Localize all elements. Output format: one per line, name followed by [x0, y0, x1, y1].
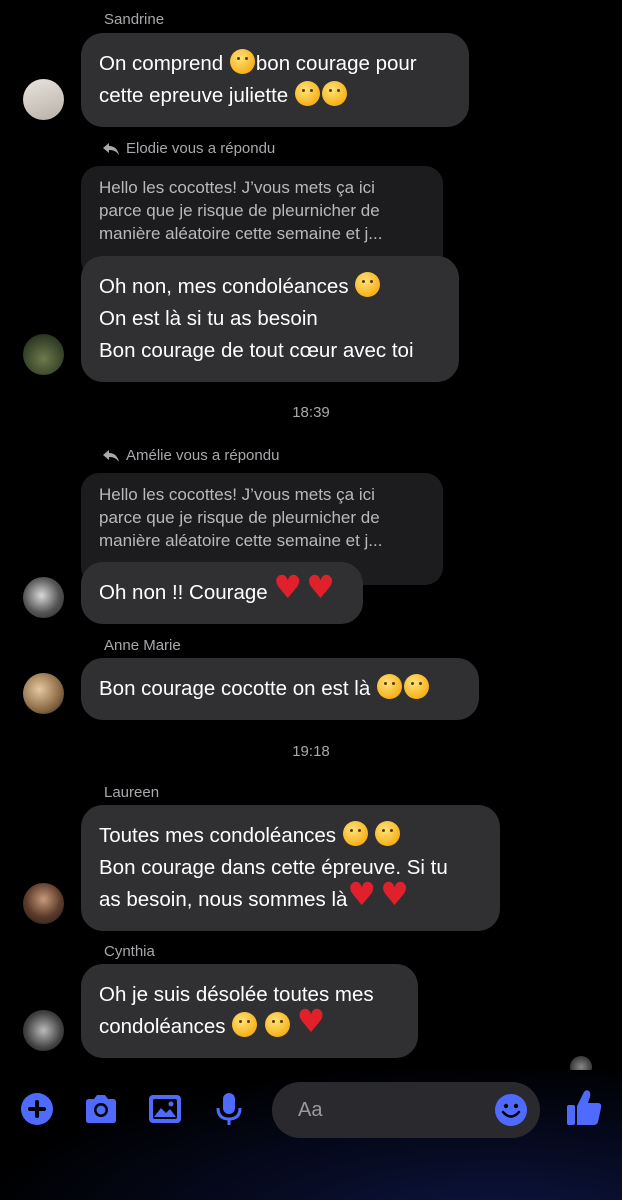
avatar[interactable]: [23, 883, 64, 924]
red-heart-emoji: [306, 571, 335, 603]
message-text: Bon courage cocotte on est là: [99, 677, 376, 700]
reply-icon: [103, 142, 119, 155]
message-text: Bon courage de tout cœur avec toi: [99, 339, 414, 362]
crying-face-emoji: [229, 49, 255, 74]
avatar[interactable]: [23, 334, 64, 375]
sender-name: Cynthia: [104, 943, 155, 960]
reply-icon: [103, 449, 119, 462]
camera-icon[interactable]: [82, 1090, 120, 1128]
sender-name: Sandrine: [104, 11, 165, 28]
message-text: Oh non, mes condoléances: [99, 275, 355, 298]
message-text: Toutes mes condoléances: [99, 824, 342, 847]
reply-indicator: Amélie vous a répondu: [102, 447, 279, 464]
message-input-placeholder: Aa: [298, 1099, 323, 1121]
avatar[interactable]: [23, 577, 64, 618]
message-input[interactable]: Aa: [272, 1082, 540, 1138]
message-bubble[interactable]: Toutes mes condoléances Bon courage dans…: [81, 805, 500, 931]
reply-indicator-text: Amélie vous a répondu: [126, 447, 280, 464]
thumbs-up-icon[interactable]: [565, 1088, 603, 1128]
image-icon[interactable]: [146, 1090, 184, 1128]
message-bubble[interactable]: Oh je suis désolée toutes mes condoléanc…: [81, 964, 418, 1058]
loudly-crying-face-emoji: [375, 821, 401, 846]
message-text: condoléances: [99, 1015, 232, 1038]
microphone-icon[interactable]: [210, 1090, 248, 1128]
message-text: On comprend: [99, 52, 229, 75]
loudly-crying-face-emoji: [355, 272, 381, 297]
pleading-face-emoji: [264, 1012, 290, 1037]
message-bubble[interactable]: On comprend bon courage pour cette epreu…: [81, 33, 469, 127]
sender-name: Anne Marie: [104, 637, 181, 654]
message-text: bon courage pour: [255, 52, 417, 75]
timestamp: 18:39: [292, 404, 330, 421]
red-heart-emoji: [380, 878, 409, 910]
avatar[interactable]: [23, 1010, 64, 1051]
message-text: cette epreuve juliette: [99, 84, 289, 107]
message-bubble[interactable]: Oh non, mes condoléances On est là si tu…: [81, 256, 459, 382]
message-text: Oh je suis désolée toutes mes: [99, 983, 374, 1006]
red-heart-emoji: [297, 1005, 326, 1037]
message-bubble[interactable]: Bon courage cocotte on est là: [81, 658, 479, 720]
avatar[interactable]: [23, 79, 64, 120]
timestamp: 19:18: [292, 743, 330, 760]
loudly-crying-face-emoji: [342, 821, 368, 846]
composer-bar: Aa: [0, 1070, 622, 1200]
message-text: Oh non !! Courage: [99, 581, 274, 604]
plus-icon[interactable]: [18, 1090, 56, 1128]
loudly-crying-face-emoji: [403, 674, 429, 699]
reply-indicator-text: Elodie vous a répondu: [126, 140, 276, 157]
kissing-face-emoji: [294, 81, 320, 106]
emoji-icon[interactable]: [494, 1093, 528, 1127]
avatar[interactable]: [23, 673, 64, 714]
red-heart-emoji: [347, 878, 376, 910]
message-thread[interactable]: Sandrine On comprend bon courage pour ce…: [0, 0, 622, 1070]
message-text: as besoin, nous sommes là: [99, 888, 348, 911]
message-bubble[interactable]: Oh non !! Courage: [81, 562, 363, 624]
red-heart-emoji: [273, 571, 302, 603]
sender-name: Laureen: [104, 784, 160, 801]
reply-indicator: Elodie vous a répondu: [102, 140, 275, 157]
kissing-face-emoji: [376, 674, 402, 699]
kissing-face-emoji: [321, 81, 347, 106]
message-text: On est là si tu as besoin: [99, 307, 318, 330]
pleading-face-emoji: [232, 1012, 258, 1037]
